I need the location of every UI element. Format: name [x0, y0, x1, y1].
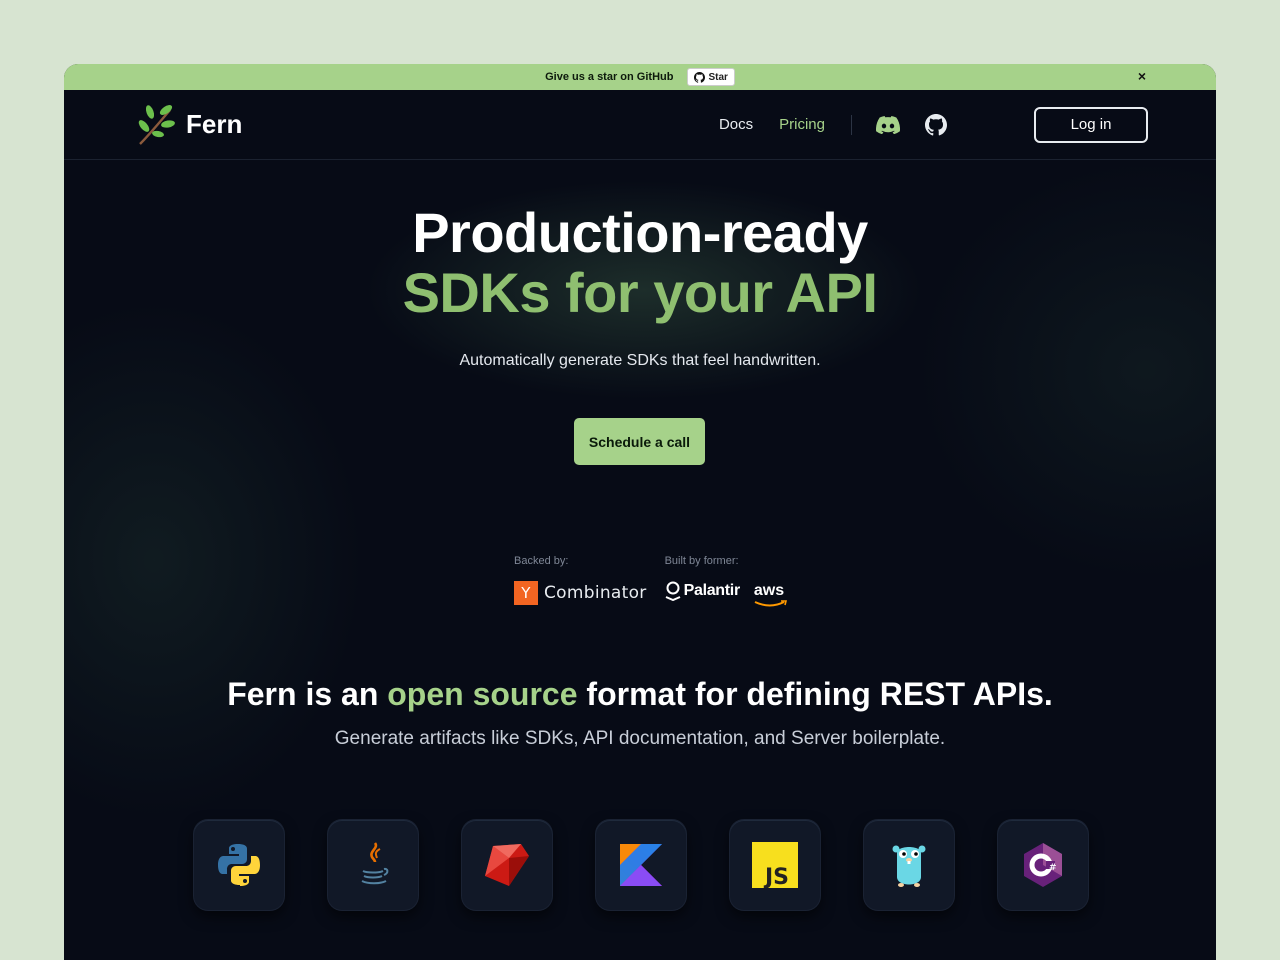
kotlin-icon: [620, 844, 662, 886]
backed-by-column: Backed by: Y Combinator: [514, 555, 647, 605]
section-title-post: format for defining REST APIs.: [577, 676, 1053, 712]
aws-smile-icon: [754, 600, 787, 607]
brand-name: Fern: [186, 109, 243, 139]
javascript-icon: JS: [752, 842, 798, 888]
hero-section: Production-ready SDKs for your API Autom…: [64, 160, 1216, 960]
close-icon[interactable]: ×: [1138, 68, 1146, 84]
nav-divider: [851, 114, 852, 135]
built-by-label: Built by former:: [664, 555, 739, 567]
section-title-pre: Fern is an: [227, 676, 388, 712]
language-card-kotlin[interactable]: [596, 820, 686, 910]
java-icon: [361, 842, 389, 885]
backers-section: Backed by: Y Combinator Built by former:: [514, 555, 787, 607]
section-title-highlight[interactable]: open source: [387, 676, 577, 712]
fern-leaf-icon: [138, 104, 175, 145]
svg-text:JS: JS: [763, 865, 789, 888]
yc-box-icon: Y: [514, 581, 538, 605]
palantir-logo: Palantir: [665, 581, 740, 601]
github-icon[interactable]: [924, 113, 948, 137]
aws-name: aws: [753, 582, 785, 599]
discord-icon[interactable]: [876, 113, 900, 137]
schedule-call-button[interactable]: Schedule a call: [574, 418, 705, 465]
aws-logo: aws: [753, 582, 787, 607]
csharp-icon: #: [1024, 843, 1062, 887]
y-combinator-logo: Y Combinator: [514, 581, 647, 605]
language-card-javascript[interactable]: JS: [730, 820, 820, 910]
nav-link-docs[interactable]: Docs: [719, 116, 753, 133]
section-subtitle: Generate artifacts like SDKs, API docume…: [334, 728, 946, 749]
built-by-column: Built by former: Palantir aws: [664, 555, 787, 607]
python-icon: [218, 844, 260, 886]
language-card-ruby[interactable]: [462, 820, 552, 910]
github-star-button[interactable]: Star: [687, 68, 735, 86]
language-card-java[interactable]: [328, 820, 418, 910]
banner-message: Give us a star on GitHub: [545, 71, 674, 83]
star-label: Star: [708, 71, 728, 83]
backed-by-label: Backed by:: [514, 555, 569, 567]
language-card-go[interactable]: [864, 820, 954, 910]
hero-subtitle: Automatically generate SDKs that feel ha…: [459, 352, 821, 369]
top-navigation: Fern Docs Pricing Log in: [64, 90, 1216, 160]
hero-title-line1: Production-ready: [412, 201, 868, 264]
nav-links: Docs Pricing: [693, 113, 972, 137]
nav-link-pricing[interactable]: Pricing: [779, 116, 825, 133]
brand-logo[interactable]: Fern: [136, 104, 242, 146]
browser-frame: Give us a star on GitHub Star × Fern Doc…: [64, 64, 1216, 960]
section-title: Fern is an open source format for defini…: [64, 676, 1216, 713]
hero-title-line2: SDKs for your API: [402, 261, 878, 324]
github-star-banner: Give us a star on GitHub Star ×: [64, 64, 1216, 90]
yc-name: Combinator: [544, 583, 647, 603]
language-list: JS #: [194, 820, 1088, 910]
ruby-icon: [485, 844, 529, 886]
login-button[interactable]: Log in: [1034, 106, 1148, 143]
svg-text:#: #: [1049, 863, 1057, 873]
language-card-python[interactable]: [194, 820, 284, 910]
language-card-csharp[interactable]: #: [998, 820, 1088, 910]
palantir-icon: [665, 581, 680, 601]
palantir-name: Palantir: [683, 582, 741, 599]
go-icon: [892, 845, 926, 887]
github-icon: [694, 71, 706, 83]
